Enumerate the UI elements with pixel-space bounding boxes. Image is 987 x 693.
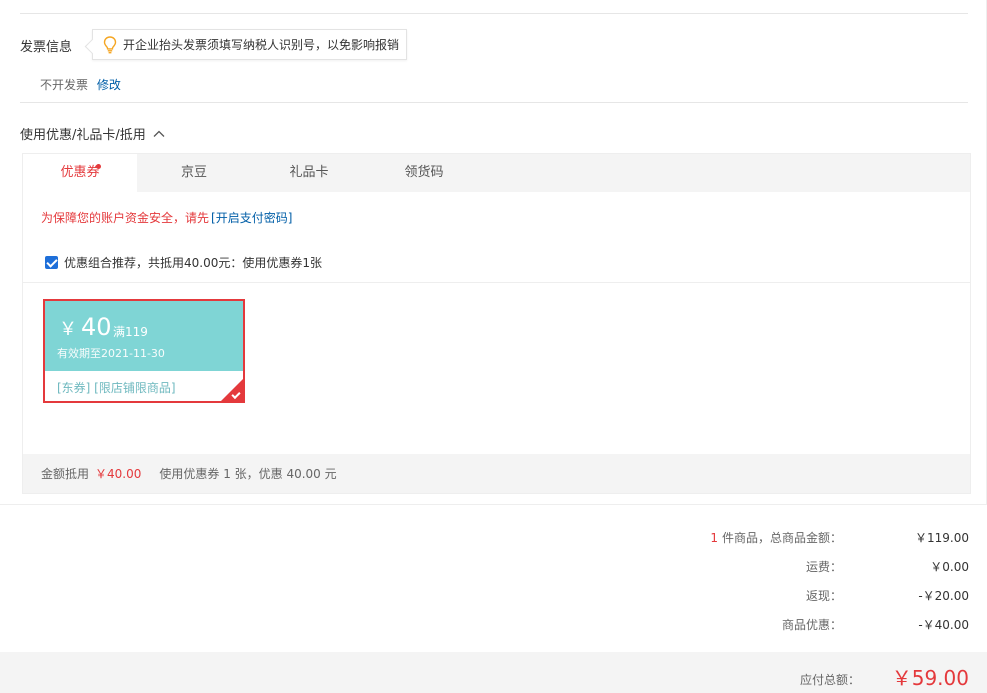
total-bar: 应付总额： ￥59.00 [0, 652, 987, 693]
panel-divider [23, 282, 970, 283]
order-summary: 1 件商品，总商品金额： ￥119.00 运费： ￥0.00 返现： -￥20.0… [569, 527, 969, 643]
security-notice: 为保障您的账户资金安全，请先 [开启支付密码] [41, 209, 292, 226]
tab-jingdou-label: 京豆 [180, 165, 207, 180]
summary-value: ￥0.00 [930, 560, 969, 574]
security-notice-text: 为保障您的账户资金安全，请先 [41, 211, 210, 225]
summary-label-text: 件商品，总商品金额： [721, 531, 842, 545]
invoice-section-title: 发票信息 [20, 40, 73, 55]
item-count: 1 [710, 531, 718, 545]
coupon-top: ￥ 40 满119 有效期至2021-11-30 [45, 301, 243, 371]
summary-value: ￥119.00 [915, 531, 969, 545]
summary-row-total-goods: 1 件商品，总商品金额： ￥119.00 [569, 527, 969, 556]
invoice-status: 不开发票 修改 [40, 76, 121, 93]
enable-pay-password-link[interactable]: [开启支付密码] [211, 211, 292, 225]
tab-giftcard-label: 礼品卡 [289, 165, 329, 180]
coupon-expiry: 有效期至2021-11-30 [57, 347, 165, 360]
summary-label: 运费： [805, 560, 842, 574]
promotions-tabs: 优惠券 京豆 礼品卡 领货码 [23, 154, 970, 192]
footer-label: 金额抵用 [41, 467, 90, 481]
chevron-up-icon[interactable] [152, 127, 166, 141]
summary-row-shipping: 运费： ￥0.00 [569, 556, 969, 585]
tab-giftcard[interactable]: 礼品卡 [252, 154, 366, 192]
combo-recommend[interactable]: 优惠组合推荐，共抵用40.00元：使用优惠券1张 [45, 254, 322, 271]
tab-coupon-dot [96, 164, 101, 169]
summary-value: -￥20.00 [918, 589, 969, 603]
tab-coupon-label: 优惠券 [60, 165, 100, 180]
promotions-title: 使用优惠/礼品卡/抵用 [20, 128, 146, 143]
coupon-tags: [东券] [限店铺限商品] [57, 381, 176, 395]
total-label: 应付总额： [799, 673, 860, 687]
summary-row-cashback: 返现： -￥20.00 [569, 585, 969, 614]
summary-label: 返现： [805, 589, 842, 603]
footer-amount: ￥40.00 [95, 467, 142, 481]
order-form-card: 发票信息 开企业抬头发票须填写纳税人识别号，以免影响报销 不开发票 修改 使用优… [0, 0, 987, 505]
footer-desc: 使用优惠券 1 张，优惠 40.00 元 [159, 467, 337, 481]
invoice-status-text: 不开发票 [40, 78, 89, 92]
coupon-currency: ￥ [59, 319, 77, 340]
summary-row-discount: 商品优惠： -￥40.00 [569, 614, 969, 643]
invoice-edit-link[interactable]: 修改 [97, 78, 121, 92]
tab-pickup-code-label: 领货码 [404, 165, 444, 180]
invoice-tip: 开企业抬头发票须填写纳税人识别号，以免影响报销 [92, 29, 407, 60]
combo-checkbox[interactable] [45, 256, 58, 269]
combo-text: 优惠组合推荐，共抵用40.00元：使用优惠券1张 [64, 256, 322, 270]
total-value: ￥59.00 [891, 666, 969, 690]
summary-label: 1 件商品，总商品金额： [710, 529, 842, 546]
invoice-tip-text: 开企业抬头发票须填写纳税人识别号，以免影响报销 [123, 38, 400, 52]
coupon-card[interactable]: ￥ 40 满119 有效期至2021-11-30 [东券] [限店铺限商品] [43, 299, 245, 403]
tab-pickup-code[interactable]: 领货码 [367, 154, 481, 192]
promotions-panel: 优惠券 京豆 礼品卡 领货码 为保障您的账户资金安全，请先 [开启支付密码] 优惠… [22, 153, 971, 494]
tab-jingdou[interactable]: 京豆 [137, 154, 251, 192]
summary-value: -￥40.00 [918, 618, 969, 632]
lightbulb-icon [103, 35, 117, 53]
coupon-condition: 满119 [113, 325, 148, 339]
tab-coupon[interactable]: 优惠券 [23, 154, 137, 192]
coupon-selected-corner [221, 379, 243, 401]
order-page: 发票信息 开企业抬头发票须填写纳税人识别号，以免影响报销 不开发票 修改 使用优… [0, 0, 987, 693]
summary-label: 商品优惠： [781, 618, 842, 632]
divider-invoice [20, 102, 968, 103]
promotions-footer: 金额抵用 ￥40.00 使用优惠券 1 张，优惠 40.00 元 [23, 454, 970, 493]
coupon-amount: ￥ 40 [59, 313, 112, 341]
divider-top [20, 13, 968, 14]
promotions-header[interactable]: 使用优惠/礼品卡/抵用 [20, 124, 166, 143]
coupon-amount-value: 40 [81, 313, 112, 341]
